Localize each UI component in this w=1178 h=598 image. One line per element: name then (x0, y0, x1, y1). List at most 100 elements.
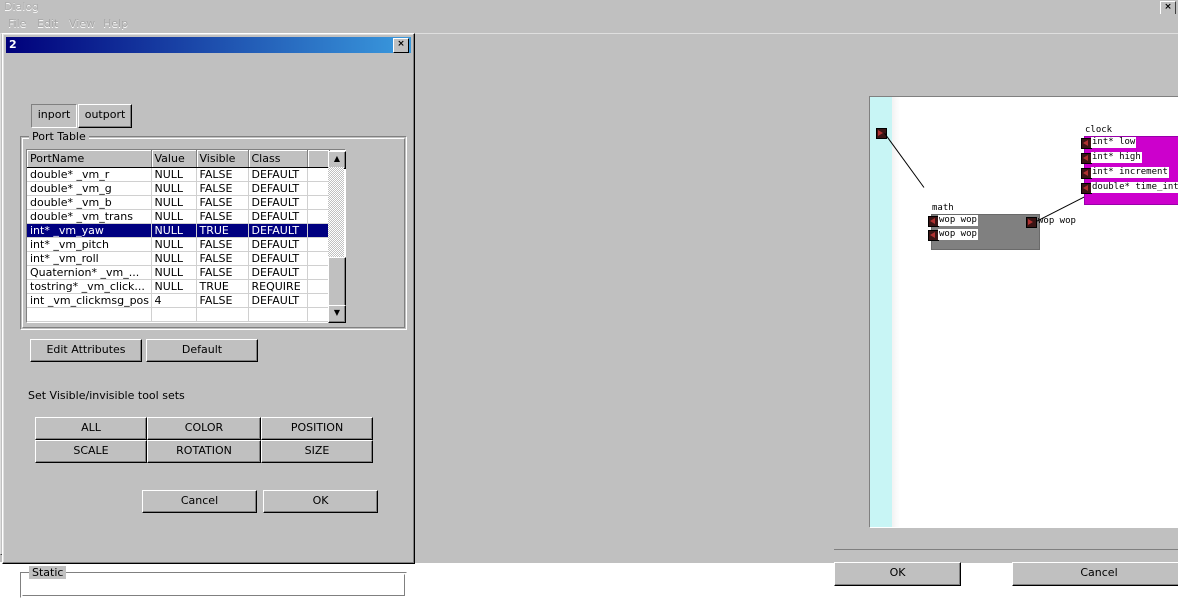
table-row[interactable]: int* _vm_roll NULL FALSE DEFAULT (27, 251, 330, 266)
table-row[interactable]: tostring* _vm_click... NULL TRUE REQUIRE (27, 279, 330, 294)
table-row-selected[interactable]: int* _vm_yaw NULL TRUE DEFAULT (27, 223, 330, 238)
node-math-output-port-0[interactable] (1026, 217, 1037, 228)
host-footer-divider (834, 549, 1178, 550)
menu-item-file[interactable]: File (4, 16, 30, 31)
cell-visible: FALSE (196, 237, 249, 252)
cell-blank (307, 209, 330, 224)
app-titlebar: Dialog × (0, 0, 1178, 15)
column-header-portname[interactable]: PortName (27, 150, 152, 168)
cell-value: NULL (151, 237, 197, 252)
cell-portname: double* _vm_b (27, 195, 152, 210)
cell-visible: FALSE (196, 265, 249, 280)
column-header-visible[interactable]: Visible (196, 150, 249, 168)
cell-value: NULL (151, 209, 197, 224)
port-table[interactable]: PortName Value Visible Class double* _vm… (26, 149, 346, 323)
cell-class: DEFAULT (248, 265, 308, 280)
toolset-rotation-button[interactable]: ROTATION (147, 440, 261, 463)
column-header-blank[interactable] (307, 150, 330, 168)
table-row[interactable]: Quaternion* _vm_... NULL FALSE DEFAULT (27, 265, 330, 280)
app-title: Dialog (4, 0, 40, 13)
toolset-scale-button[interactable]: SCALE (35, 440, 147, 463)
cell-blank (307, 293, 330, 308)
toolset-hint-label: Set Visible/invisible tool sets (28, 389, 185, 402)
cell-blank (307, 195, 330, 210)
table-row[interactable]: double* _vm_trans NULL FALSE DEFAULT (27, 209, 330, 224)
cell-visible (196, 307, 249, 322)
port-table-grid: PortName Value Visible Class double* _vm… (27, 150, 330, 322)
cell-class: DEFAULT (248, 181, 308, 196)
default-button[interactable]: Default (146, 339, 258, 362)
cell-visible: FALSE (196, 181, 249, 196)
cell-blank (307, 307, 330, 322)
canvas-left-strip (870, 97, 892, 527)
dialog-cancel-button[interactable]: Cancel (142, 490, 257, 513)
toolset-color-button[interactable]: COLOR (147, 417, 261, 440)
cell-blank (307, 279, 330, 294)
tab-inport[interactable]: inport (31, 104, 77, 128)
tab-outport[interactable]: outport (78, 104, 132, 128)
port-dialog: 2 × inport outport Port Table PortName V… (2, 33, 415, 598)
table-row[interactable]: double* _vm_g NULL FALSE DEFAULT (27, 181, 330, 196)
cell-portname: Quaternion* _vm_... (27, 265, 152, 280)
table-scrollbar[interactable]: ▲ ▼ (328, 151, 346, 323)
cell-visible: FALSE (196, 293, 249, 308)
scrollbar-thumb[interactable] (328, 257, 346, 307)
table-row[interactable]: int* _vm_pitch NULL FALSE DEFAULT (27, 237, 330, 252)
diagram-canvas[interactable]: math wop wop wop wop wop wop clock int* … (869, 96, 1178, 528)
scroll-down-icon[interactable]: ▼ (328, 305, 346, 323)
close-icon[interactable]: × (393, 38, 409, 53)
host-ok-button[interactable]: OK (834, 562, 961, 586)
cell-value: NULL (151, 167, 197, 182)
node-clock-input-label-1: int* high (1091, 152, 1142, 163)
cell-value: 4 (151, 293, 197, 308)
host-cancel-button[interactable]: Cancel (1012, 562, 1178, 586)
dialog-title: 2 (9, 38, 17, 51)
static-group-label: Static (29, 566, 67, 579)
edit-attributes-button[interactable]: Edit Attributes (30, 339, 142, 362)
cell-portname (27, 307, 152, 322)
cell-value: NULL (151, 195, 197, 210)
cell-blank (307, 237, 330, 252)
close-icon[interactable]: × (1160, 1, 1176, 15)
node-clock-title: clock (1085, 125, 1113, 135)
cell-visible: TRUE (196, 223, 249, 238)
cell-class: DEFAULT (248, 293, 308, 308)
cell-visible: FALSE (196, 167, 249, 182)
cell-portname: int _vm_clickmsg_pos (27, 293, 152, 308)
dialog-ok-button[interactable]: OK (263, 490, 378, 513)
table-row[interactable] (27, 307, 330, 322)
cell-portname: tostring* _vm_click... (27, 279, 152, 294)
cell-class: DEFAULT (248, 251, 308, 266)
cell-portname: int* _vm_pitch (27, 237, 152, 252)
toolset-size-button[interactable]: SIZE (261, 440, 373, 463)
node-math-title: math (932, 203, 954, 213)
table-row[interactable]: double* _vm_r NULL FALSE DEFAULT (27, 167, 330, 182)
menu-item-view[interactable]: View (65, 16, 99, 31)
table-row[interactable]: double* _vm_b NULL FALSE DEFAULT (27, 195, 330, 210)
scrollbar-track[interactable] (328, 167, 346, 307)
toolset-position-button[interactable]: POSITION (261, 417, 373, 440)
menu-item-help[interactable]: Help (99, 16, 132, 31)
cell-class: DEFAULT (248, 195, 308, 210)
column-header-value[interactable]: Value (151, 150, 197, 168)
cell-portname: double* _vm_r (27, 167, 152, 182)
cell-value: NULL (151, 223, 197, 238)
dialog-titlebar[interactable]: 2 × (6, 37, 411, 53)
menu-item-edit[interactable]: Edit (33, 16, 62, 31)
node-clock-input-label-2: int* increment (1091, 167, 1169, 178)
table-header-row: PortName Value Visible Class (27, 150, 330, 168)
cell-class (248, 307, 308, 322)
host-panel: math wop wop wop wop wop wop clock int* … (413, 33, 1178, 586)
cell-value: NULL (151, 279, 197, 294)
column-header-class[interactable]: Class (248, 150, 308, 168)
static-group (20, 572, 407, 598)
cell-class: REQUIRE (248, 279, 308, 294)
cell-blank (307, 265, 330, 280)
cell-value: NULL (151, 251, 197, 266)
cell-value: NULL (151, 181, 197, 196)
cell-blank (307, 251, 330, 266)
table-row[interactable]: int _vm_clickmsg_pos 4 FALSE DEFAULT (27, 293, 330, 308)
toolset-all-button[interactable]: ALL (35, 417, 147, 440)
cell-visible: FALSE (196, 195, 249, 210)
cell-blank (307, 223, 330, 238)
